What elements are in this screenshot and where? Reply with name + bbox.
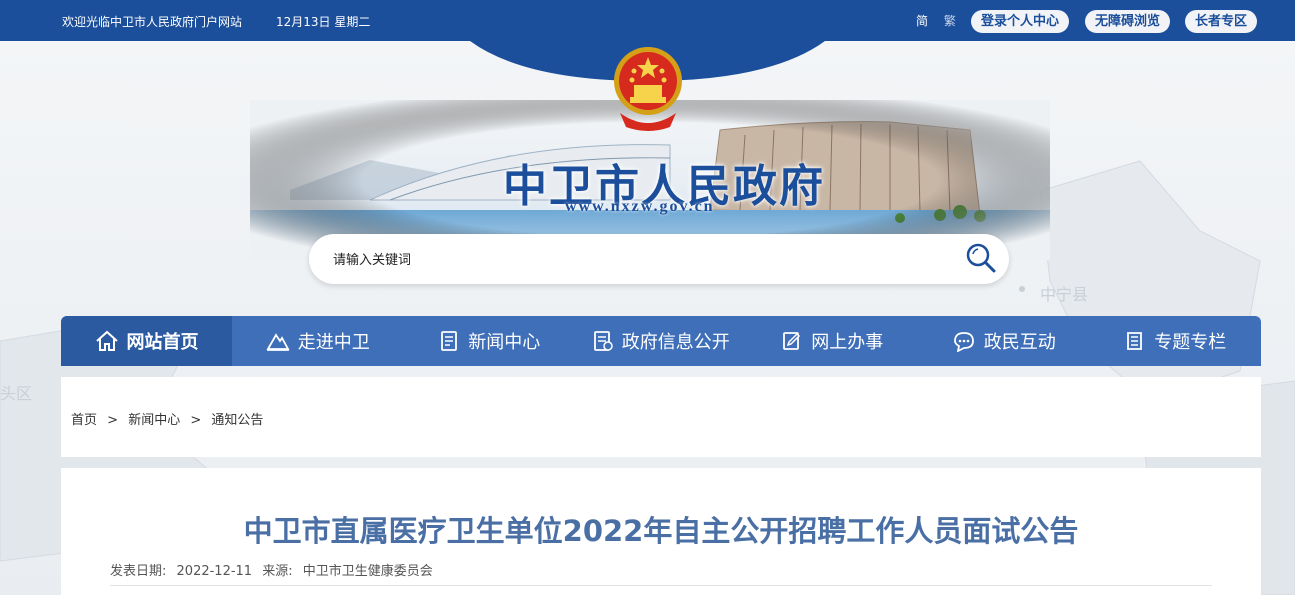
nav-item-home[interactable]: 网站首页	[61, 316, 232, 366]
mountain-icon	[266, 333, 290, 351]
edit-icon	[783, 332, 801, 350]
search-bar	[309, 234, 1009, 284]
home-icon	[95, 330, 118, 351]
welcome-text: 欢迎光临中卫市人民政府门户网站	[62, 15, 243, 29]
map-label-zhongning: 中宁县	[1040, 285, 1089, 304]
site-url: www.nxzw.gov.cn	[565, 198, 715, 215]
news-icon	[441, 331, 458, 351]
article-title: 中卫市直属医疗卫生单位2022年自主公开招聘工作人员面试公告	[243, 514, 1079, 548]
source-label: 来源:	[262, 564, 293, 579]
divider	[110, 585, 1212, 586]
language-switch: 简 繁	[916, 12, 968, 29]
nav-item-label: 网上办事	[811, 332, 884, 353]
nav-item-interaction[interactable]: 政民互动	[918, 316, 1090, 366]
search-input[interactable]	[331, 247, 935, 273]
main-nav: 网站首页 走进中卫 新闻中心 政府信息公开 网上办事 政民互动 专题专栏	[61, 316, 1261, 366]
nav-item-label: 网站首页	[126, 332, 199, 353]
nav-item-label: 专题专栏	[1154, 332, 1227, 353]
breadcrumb-home-link[interactable]: 首页	[71, 413, 97, 428]
elder-zone-button[interactable]: 长者专区	[1185, 10, 1258, 33]
date-label: 发表日期:	[110, 564, 167, 579]
date-text: 12月13日 星期二	[276, 15, 371, 29]
top-bar: 欢迎光临中卫市人民政府门户网站 12月13日 星期二 简 繁 登录个人中心 无障…	[0, 0, 1295, 41]
nav-item-label: 新闻中心	[468, 332, 541, 353]
breadcrumb-separator: >	[190, 413, 202, 428]
breadcrumb-panel: 首页 > 新闻中心 > 通知公告	[61, 377, 1261, 457]
article-panel: 中卫市直属医疗卫生单位2022年自主公开招聘工作人员面试公告 发表日期: 202…	[61, 468, 1261, 595]
map-label-district: 头区	[0, 384, 33, 403]
lang-simplified-link[interactable]: 简	[916, 14, 928, 28]
nav-item-label: 走进中卫	[297, 332, 370, 353]
national-emblem-icon	[614, 47, 682, 131]
nav-item-gov-info[interactable]: 政府信息公开	[575, 316, 747, 366]
lang-traditional-link[interactable]: 繁	[944, 14, 956, 28]
login-button[interactable]: 登录个人中心	[971, 10, 1070, 33]
breadcrumb-separator: >	[107, 413, 119, 428]
document-icon	[593, 331, 613, 351]
nav-item-label: 政府信息公开	[621, 332, 730, 353]
search-icon[interactable]	[965, 242, 997, 274]
article-meta: 发表日期: 2022-12-11 来源: 中卫市卫生健康委员会	[110, 560, 439, 579]
nav-item-online-service[interactable]: 网上办事	[747, 316, 919, 366]
accessible-button[interactable]: 无障碍浏览	[1085, 10, 1171, 33]
breadcrumb-notice-link[interactable]: 通知公告	[211, 413, 263, 428]
breadcrumb: 首页 > 新闻中心 > 通知公告	[71, 409, 269, 428]
nav-item-label: 政民互动	[983, 332, 1056, 353]
nav-item-news[interactable]: 新闻中心	[404, 316, 576, 366]
article-source: 中卫市卫生健康委员会	[302, 564, 433, 579]
chat-icon	[953, 332, 974, 352]
book-icon	[1127, 332, 1143, 350]
breadcrumb-news-link[interactable]: 新闻中心	[128, 413, 180, 428]
nav-item-about[interactable]: 走进中卫	[232, 316, 404, 366]
nav-item-special[interactable]: 专题专栏	[1090, 316, 1262, 366]
publish-date: 2022-12-11	[176, 564, 253, 579]
